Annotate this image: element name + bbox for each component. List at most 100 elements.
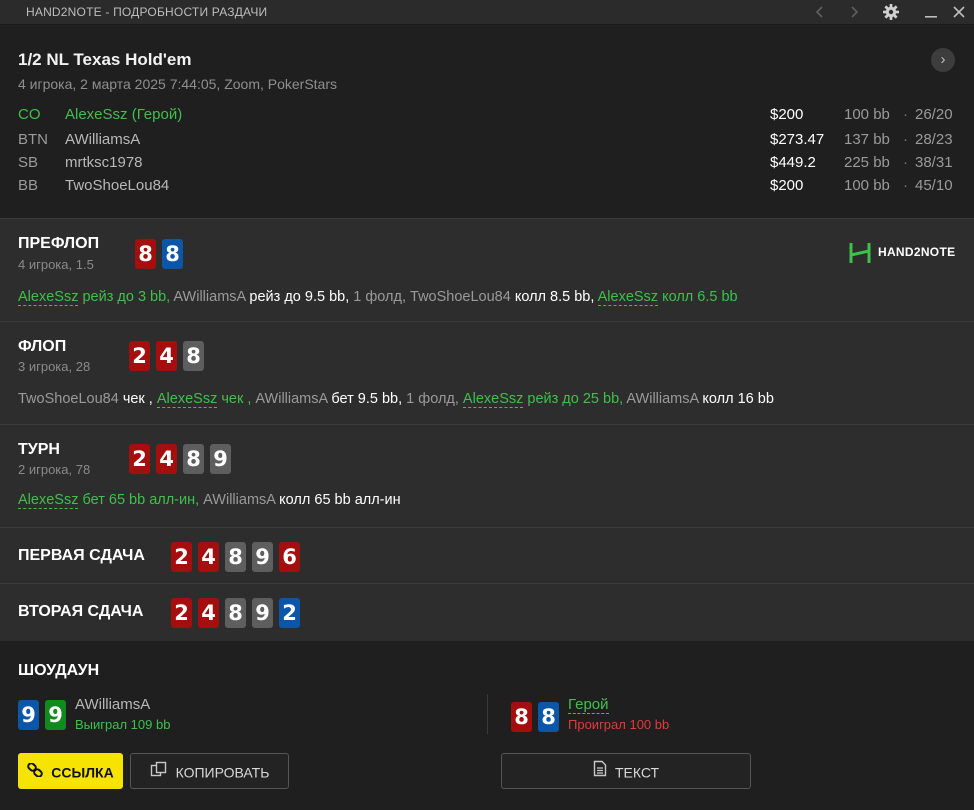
action-player: AWilliamsA	[203, 492, 280, 508]
showdown-divider	[487, 694, 488, 734]
action-text: колл 65 bb алл-ин	[279, 492, 401, 508]
close-icon[interactable]	[950, 3, 968, 21]
action-player-hero[interactable]: AlexeSsz	[18, 492, 79, 509]
street-title: ТУРН	[18, 441, 60, 458]
street-info: 3 игрока, 28	[18, 359, 91, 374]
player-name[interactable]: mrtksc1978	[65, 154, 143, 171]
street-flop: ФЛОП 3 игрока, 28 2 4 8 TwoShoeLou84 чек…	[0, 322, 974, 424]
card: 2	[279, 598, 300, 628]
player-stack: $273.47	[770, 131, 825, 148]
card: 9	[18, 700, 39, 730]
game-subtitle: 4 игрока, 2 марта 2025 7:44:05, Zoom, Po…	[18, 76, 338, 92]
action-text: колл 16 bb	[702, 391, 774, 407]
player-stat: 45/10	[915, 177, 953, 194]
player-stat: 26/20	[915, 106, 953, 123]
player-position: BB	[18, 177, 39, 194]
player-stat: 28/23	[915, 131, 953, 148]
player-position: SB	[18, 154, 39, 171]
action-player: AWilliamsA	[255, 391, 332, 407]
game-title: 1/2 NL Texas Hold'em	[18, 50, 192, 69]
action-player-hero[interactable]: AlexeSsz	[597, 289, 659, 306]
action-text: рейз до 25 bb,	[523, 391, 627, 407]
street-run-two: ВТОРАЯ СДАЧА 2 4 8 9 2	[0, 584, 974, 641]
hand2note-logo-mark	[849, 243, 871, 263]
action-player-hero[interactable]: AlexeSsz	[156, 391, 218, 408]
card: 9	[210, 444, 231, 474]
copy-button[interactable]: КОПИРОВАТЬ	[130, 753, 289, 789]
player-row-sb: SB mrtksc1978 $449.2 225 bb · 38/31	[0, 154, 974, 176]
street-info: 4 игрока, 1.5	[18, 257, 94, 272]
player-row-co: CO AlexeSsz (Герой) $200 100 bb · 26/20	[0, 106, 974, 128]
logo-text: HAND2NOTE	[878, 245, 956, 259]
action-player: AWilliamsA	[173, 289, 250, 305]
villain-result: Выиграл 109 bb	[75, 717, 171, 732]
copy-icon	[150, 755, 168, 789]
player-stack: $200	[770, 177, 804, 194]
link-button[interactable]: ССЫЛКА	[18, 753, 123, 789]
document-icon	[593, 755, 607, 789]
hand-header: 1/2 NL Texas Hold'em 4 игрока, 2 марта 2…	[0, 26, 974, 218]
text-button-label: ТЕКСТ	[614, 764, 660, 781]
text-button[interactable]: ТЕКСТ	[501, 753, 751, 789]
action-player: AWilliamsA	[626, 391, 703, 407]
card: 9	[252, 598, 273, 628]
action-text: чек ,	[217, 391, 256, 407]
card: 8	[135, 239, 156, 269]
player-name[interactable]: AlexeSsz (Герой)	[65, 106, 182, 123]
player-row-bb: BB TwoShoeLou84 $200 100 bb · 45/10	[0, 177, 974, 199]
action-player: 1 фолд, TwoShoeLou84	[353, 289, 515, 305]
card: 8	[225, 598, 246, 628]
next-hand-button[interactable]: ›	[931, 48, 955, 72]
card: 4	[156, 341, 177, 371]
hero-name-link[interactable]: Герой	[568, 696, 609, 714]
card: 8	[183, 341, 204, 371]
chevron-left-icon[interactable]	[811, 3, 829, 21]
chevron-right-icon[interactable]	[845, 3, 863, 21]
street-title: ВТОРАЯ СДАЧА	[18, 603, 144, 620]
street-title: ФЛОП	[18, 338, 67, 355]
street-actions: TwoShoeLou84 чек , AlexeSsz чек , AWilli…	[18, 391, 774, 408]
hero-result: Проиграл 100 bb	[568, 717, 670, 732]
card: 8	[183, 444, 204, 474]
action-player-hero[interactable]: AlexeSsz	[18, 289, 79, 306]
street-actions: AlexeSsz рейз до 3 bb, AWilliamsA рейз д…	[18, 289, 738, 306]
copy-button-label: КОПИРОВАТЬ	[175, 764, 270, 781]
player-stack-bb: 225 bb	[844, 154, 890, 171]
action-player: TwoShoeLou84	[18, 391, 123, 407]
player-stack-bb: 137 bb	[844, 131, 890, 148]
stat-separator: ·	[903, 154, 908, 171]
card: 2	[129, 341, 150, 371]
card: 4	[198, 598, 219, 628]
street-turn: ТУРН 2 игрока, 78 2 4 8 9 AlexeSsz бет 6…	[0, 425, 974, 527]
minimize-icon[interactable]	[922, 3, 940, 21]
card: 8	[538, 702, 559, 732]
card: 2	[171, 542, 192, 572]
action-text: бет 9.5 bb,	[331, 391, 407, 407]
player-stack: $200	[770, 106, 804, 123]
card: 2	[129, 444, 150, 474]
action-text: колл 8.5 bb,	[514, 289, 598, 305]
player-name[interactable]: TwoShoeLou84	[65, 177, 169, 194]
card: 6	[279, 542, 300, 572]
gear-icon[interactable]	[882, 3, 900, 21]
street-actions: AlexeSsz бет 65 bb алл-ин, AWilliamsA ко…	[18, 492, 401, 509]
card: 8	[511, 702, 532, 732]
showdown-title: ШОУДАУН	[18, 662, 100, 679]
street-run-one: ПЕРВАЯ СДАЧА 2 4 8 9 6	[0, 528, 974, 583]
card: 9	[45, 700, 66, 730]
player-name[interactable]: AWilliamsA	[65, 131, 140, 148]
player-position: CO	[18, 106, 41, 123]
action-text: чек ,	[122, 391, 157, 407]
link-button-label: ССЫЛКА	[51, 764, 114, 781]
title-bar: HAND2NOTE - ПОДРОБНОСТИ РАЗДАЧИ	[0, 0, 974, 25]
action-text: рейз до 9.5 bb,	[249, 289, 354, 305]
card: 9	[252, 542, 273, 572]
street-title: ПЕРВАЯ СДАЧА	[18, 547, 145, 564]
card: 8	[162, 239, 183, 269]
player-row-btn: BTN AWilliamsA $273.47 137 bb · 28/23	[0, 131, 974, 153]
action-player-hero[interactable]: AlexeSsz	[462, 391, 524, 408]
card: 8	[225, 542, 246, 572]
villain-name: AWilliamsA	[75, 696, 151, 713]
action-text: бет 65 bb алл-ин,	[78, 492, 204, 508]
player-position: BTN	[18, 131, 48, 148]
